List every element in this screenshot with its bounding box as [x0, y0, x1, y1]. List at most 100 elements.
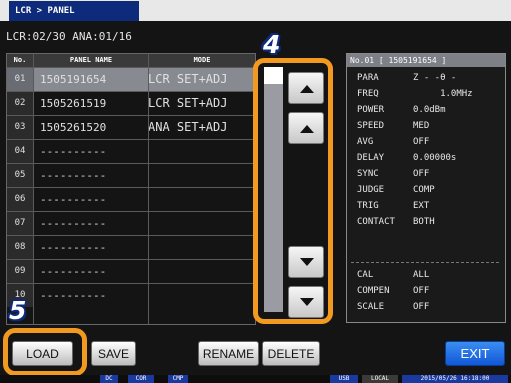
detail-key: SYNC — [357, 169, 379, 179]
scrollbar-thumb[interactable] — [264, 67, 283, 84]
detail-value: 0.0dBm — [413, 105, 446, 115]
panel-row-08[interactable]: 08 ---------- — [7, 235, 255, 259]
detail-row-para: PARA Z - -θ - — [357, 70, 456, 86]
detail-key: SPEED — [357, 121, 385, 131]
panel-name: ---------- — [40, 145, 107, 158]
panel-count-status: LCR:02/30 ANA:01/16 — [6, 30, 132, 43]
detail-row-avg: AVG OFF — [357, 134, 429, 150]
panel-row-05[interactable]: 05 ---------- — [7, 163, 255, 187]
panel-no: 03 — [7, 116, 33, 139]
detail-value: OFF — [413, 169, 430, 179]
page-up-button[interactable] — [288, 72, 324, 104]
column-divider — [148, 54, 149, 324]
screen-title: LCR > PANEL — [9, 1, 139, 21]
delete-button[interactable]: DELETE — [262, 341, 320, 366]
scroll-up-button[interactable] — [288, 112, 324, 144]
detail-value: 1.0MHz — [413, 89, 473, 99]
panel-name: ---------- — [40, 265, 107, 278]
callout-number: 5 — [9, 296, 27, 325]
panel-no: 08 — [7, 236, 33, 259]
cmp-indicator: CMP — [168, 375, 188, 383]
detail-row-cal: CAL ALL — [357, 267, 429, 283]
detail-key: DELAY — [357, 153, 385, 163]
detail-value: EXT — [413, 201, 430, 211]
panel-name: ---------- — [40, 217, 107, 230]
panel-no: 01 — [7, 68, 33, 91]
panel-row-04[interactable]: 04 ---------- — [7, 139, 255, 163]
scroll-up-icon — [300, 125, 314, 133]
rename-button[interactable]: RENAME — [198, 341, 259, 366]
panel-no: 09 — [7, 260, 33, 283]
panel-mode — [148, 236, 253, 259]
detail-key: AVG — [357, 137, 374, 147]
panel-row-02[interactable]: 02 1505261519 LCR SET+ADJ — [7, 91, 255, 115]
page-down-button[interactable] — [288, 286, 324, 318]
detail-value: OFF — [413, 286, 430, 296]
scrollbar-track[interactable] — [264, 67, 283, 312]
panel-no: 07 — [7, 212, 33, 235]
panel-detail-box: No.01 [ 1505191654 ] PARA Z - -θ - FREQ 1… — [346, 53, 506, 323]
col-header-panel-name: PANEL NAME — [34, 54, 148, 67]
panel-row-06[interactable]: 06 ---------- — [7, 187, 255, 211]
page-down-icon — [300, 298, 314, 306]
detail-key: SCALE — [357, 302, 385, 312]
panel-mode — [148, 164, 253, 187]
scroll-down-icon — [300, 258, 314, 266]
detail-row-sync: SYNC OFF — [357, 166, 429, 182]
detail-key: POWER — [357, 105, 385, 115]
save-button[interactable]: SAVE — [91, 341, 136, 366]
panel-row-07[interactable]: 07 ---------- — [7, 211, 255, 235]
detail-value: OFF — [413, 302, 430, 312]
panel-mode — [148, 188, 253, 211]
page-up-icon — [300, 85, 314, 93]
detail-key: CONTACT — [357, 217, 395, 227]
panel-name: 1505261520 — [40, 121, 107, 134]
detail-row-judge: JUDGE COMP — [357, 182, 435, 198]
col-header-no: No. — [7, 54, 33, 67]
detail-row-scale: SCALE OFF — [357, 299, 429, 315]
panel-no: 04 — [7, 140, 33, 163]
panel-mode: LCR SET+ADJ — [148, 72, 228, 86]
panel-mode — [148, 140, 253, 163]
panel-detail-header: No.01 [ 1505191654 ] — [347, 54, 505, 67]
detail-key: TRIG — [357, 201, 379, 211]
column-divider — [33, 54, 34, 324]
detail-key: JUDGE — [357, 185, 385, 195]
panel-row-10[interactable]: 10 ---------- — [7, 283, 255, 307]
detail-value: MED — [413, 121, 430, 131]
panel-name: ---------- — [40, 193, 107, 206]
panel-name: ---------- — [40, 241, 107, 254]
panel-name: ---------- — [40, 169, 107, 182]
detail-row-freq: FREQ 1.0MHz — [357, 86, 473, 102]
detail-row-contact: CONTACT BOTH — [357, 214, 435, 230]
panel-row-09[interactable]: 09 ---------- — [7, 259, 255, 283]
detail-value: OFF — [413, 137, 430, 147]
panel-name: ---------- — [40, 289, 107, 302]
panel-mode: LCR SET+ADJ — [148, 96, 228, 110]
panel-mode — [148, 212, 253, 235]
local-indicator: LOCAL — [362, 375, 398, 383]
panel-mode — [148, 284, 253, 307]
detail-value: BOTH — [413, 217, 435, 227]
exit-button[interactable]: EXIT — [445, 341, 505, 366]
load-button[interactable]: LOAD — [12, 341, 73, 366]
detail-row-speed: SPEED MED — [357, 118, 429, 134]
panel-row-01[interactable]: 01 1505191654 LCR SET+ADJ — [7, 67, 255, 91]
panel-no: 06 — [7, 188, 33, 211]
panel-name: 1505191654 — [40, 73, 107, 86]
panel-list: No. PANEL NAME MODE 01 1505191654 LCR SE… — [6, 53, 256, 325]
detail-key: PARA — [357, 73, 379, 83]
datetime-indicator: 2015/05/26 16:18:00 — [402, 375, 508, 383]
detail-row-power: POWER 0.0dBm — [357, 102, 446, 118]
col-header-mode: MODE — [149, 54, 255, 67]
title-bar: LCR > PANEL — [0, 0, 511, 21]
panel-no: 05 — [7, 164, 33, 187]
detail-value: COMP — [413, 185, 435, 195]
detail-row-delay: DELAY 0.00000s — [357, 150, 456, 166]
detail-row-compen: COMPEN OFF — [357, 283, 429, 299]
usb-indicator: USB — [330, 375, 358, 383]
detail-key: FREQ — [357, 89, 379, 99]
detail-key: CAL — [357, 270, 374, 280]
scroll-down-button[interactable] — [288, 246, 324, 278]
panel-row-03[interactable]: 03 1505261520 ANA SET+ADJ — [7, 115, 255, 139]
